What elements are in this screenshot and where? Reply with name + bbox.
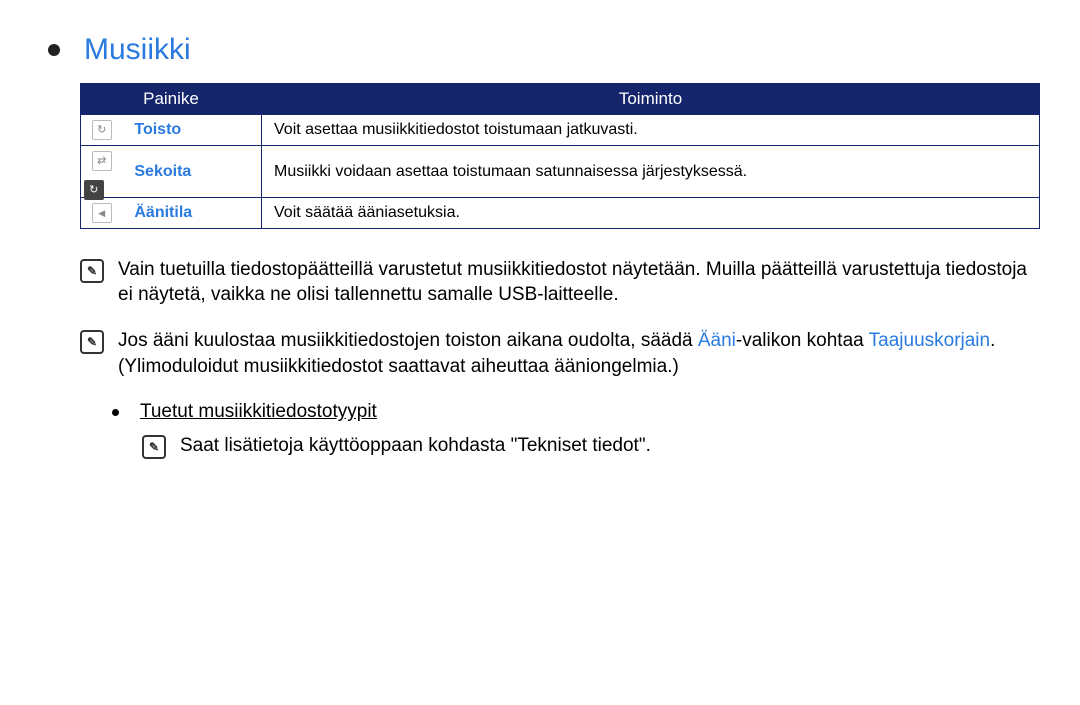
subnote: Saat lisätietoja käyttöoppaan kohdasta "… — [142, 433, 1040, 459]
row-desc: Voit asettaa musiikkitiedostot toistumaa… — [262, 115, 1040, 146]
subnote-text: Saat lisätietoja käyttöoppaan kohdasta "… — [180, 433, 651, 459]
note-icon — [80, 330, 104, 354]
section-heading: Musiikki — [40, 30, 1040, 71]
note-2-text: Jos ääni kuulostaa musiikkitiedostojen t… — [118, 328, 1040, 379]
row-desc: Voit säätää ääniasetuksia. — [262, 198, 1040, 229]
table-row: Toisto Voit asettaa musiikkitiedostot to… — [81, 115, 1040, 146]
subsection-bullet-icon — [112, 409, 119, 416]
table-row: Sekoita Musiikki voidaan asettaa toistum… — [81, 146, 1040, 198]
table-header-function: Toiminto — [262, 83, 1040, 115]
row-label: Toisto — [134, 121, 181, 138]
note-1: Vain tuetuilla tiedostopäätteillä varust… — [80, 257, 1040, 308]
row-label: Sekoita — [134, 163, 191, 180]
note-icon — [142, 435, 166, 459]
link-aani: Ääni — [698, 330, 736, 351]
sound-icon — [92, 203, 112, 223]
shuffle-icon — [92, 151, 112, 171]
heading-text: Musiikki — [84, 30, 191, 71]
note-2: Jos ääni kuulostaa musiikkitiedostojen t… — [80, 328, 1040, 379]
heading-bullet-icon — [48, 44, 60, 56]
note-1-text: Vain tuetuilla tiedostopäätteillä varust… — [118, 257, 1040, 308]
shuffle-alt-icon — [84, 180, 104, 200]
link-taajuuskorjain: Taajuuskorjain — [869, 330, 990, 351]
subsection: Tuetut musiikkitiedostotyypit Saat lisät… — [112, 399, 1040, 459]
note-icon — [80, 259, 104, 283]
table-row: Äänitila Voit säätää ääniasetuksia. — [81, 198, 1040, 229]
functions-table: Painike Toiminto Toisto Voit asettaa mus… — [80, 83, 1040, 229]
table-header-button: Painike — [81, 83, 262, 115]
subsection-title: Tuetut musiikkitiedostotyypit — [140, 401, 377, 422]
repeat-icon — [92, 120, 112, 140]
row-desc: Musiikki voidaan asettaa toistumaan satu… — [262, 146, 1040, 198]
row-label: Äänitila — [134, 204, 192, 221]
subsection-heading: Tuetut musiikkitiedostotyypit — [112, 399, 1040, 425]
